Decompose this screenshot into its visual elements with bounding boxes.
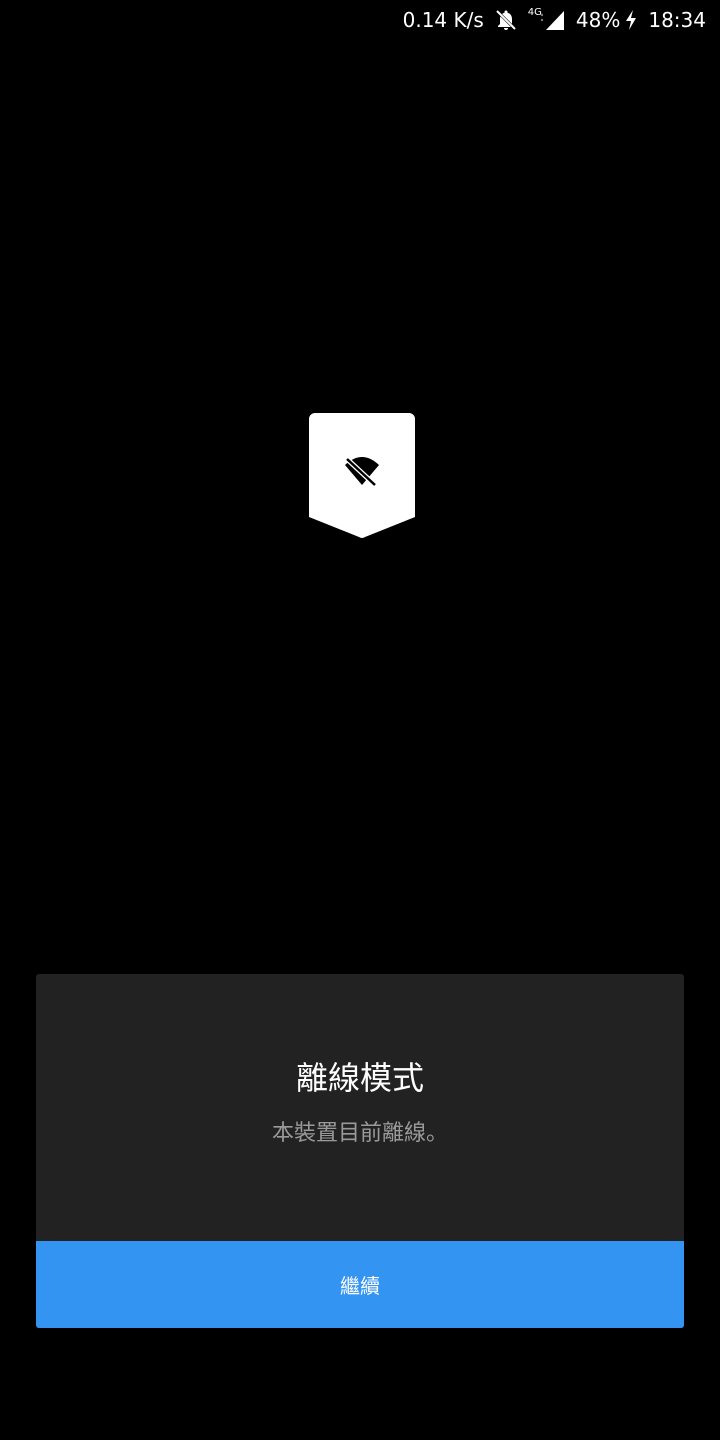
signal-icon: 4G xyxy=(527,6,566,31)
dialog-title: 離線模式 xyxy=(295,1059,424,1097)
screen: 0.14 K/s 4G 48% 18:34 離線模式 本裝置目前離線。 繼續 xyxy=(0,0,720,1440)
app-logo xyxy=(309,413,415,539)
net-speed: 0.14 K/s xyxy=(402,8,484,32)
continue-button[interactable]: 繼續 xyxy=(36,1241,684,1328)
offline-dialog: 離線模式 本裝置目前離線。 繼續 xyxy=(36,974,684,1328)
bell-off-icon xyxy=(494,8,518,32)
charging-icon xyxy=(624,9,638,31)
clock: 18:34 xyxy=(648,8,706,32)
network-type: 4G xyxy=(527,6,542,18)
dialog-message: 本裝置目前離線。 xyxy=(271,1121,448,1146)
status-bar: 0.14 K/s 4G 48% 18:34 xyxy=(0,0,720,40)
battery-level: 48% xyxy=(575,8,621,32)
